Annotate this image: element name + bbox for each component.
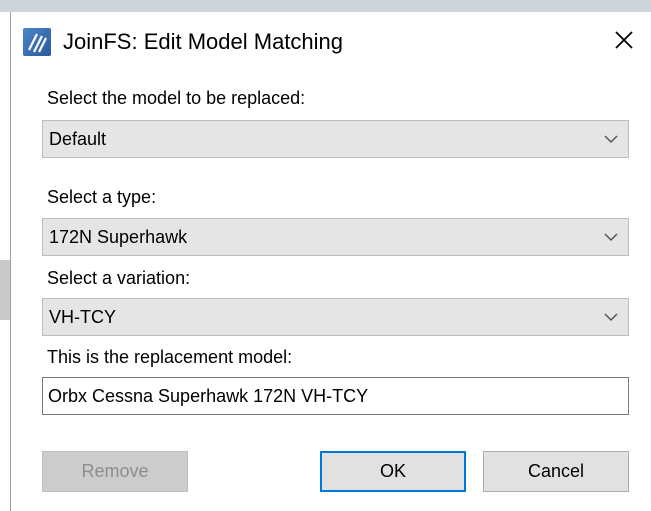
cancel-button[interactable]: Cancel: [483, 451, 629, 492]
model-to-replace-value: Default: [49, 129, 107, 149]
variation-value: VH-TCY: [49, 307, 116, 327]
type-dropdown[interactable]: 172N Superhawk: [42, 218, 629, 256]
background-window-strip: [0, 0, 651, 12]
variation-dropdown[interactable]: VH-TCY: [42, 298, 629, 336]
model-to-replace-label: Select the model to be replaced:: [47, 88, 306, 108]
type-value: 172N Superhawk: [49, 227, 188, 247]
type-label: Select a type:: [47, 187, 157, 207]
chevron-down-icon: [604, 233, 618, 242]
joinfs-app-icon: [23, 28, 51, 56]
chevron-down-icon: [604, 313, 618, 322]
title-bar[interactable]: JoinFS: Edit Model Matching: [11, 12, 651, 68]
remove-button[interactable]: Remove: [42, 451, 188, 492]
background-window-edge: [0, 260, 10, 320]
ok-button[interactable]: OK: [320, 451, 466, 492]
replacement-model-value: Orbx Cessna Superhawk 172N VH-TCY: [48, 386, 369, 406]
model-to-replace-dropdown[interactable]: Default: [42, 120, 629, 158]
chevron-down-icon: [604, 135, 618, 144]
close-icon[interactable]: [610, 26, 638, 54]
replacement-model-field[interactable]: Orbx Cessna Superhawk 172N VH-TCY: [42, 377, 629, 415]
edit-model-matching-dialog: JoinFS: Edit Model Matching Select the m…: [10, 12, 651, 511]
variation-label: Select a variation:: [47, 268, 191, 288]
replacement-label: This is the replacement model:: [47, 347, 293, 367]
window-title: JoinFS: Edit Model Matching: [63, 29, 344, 54]
